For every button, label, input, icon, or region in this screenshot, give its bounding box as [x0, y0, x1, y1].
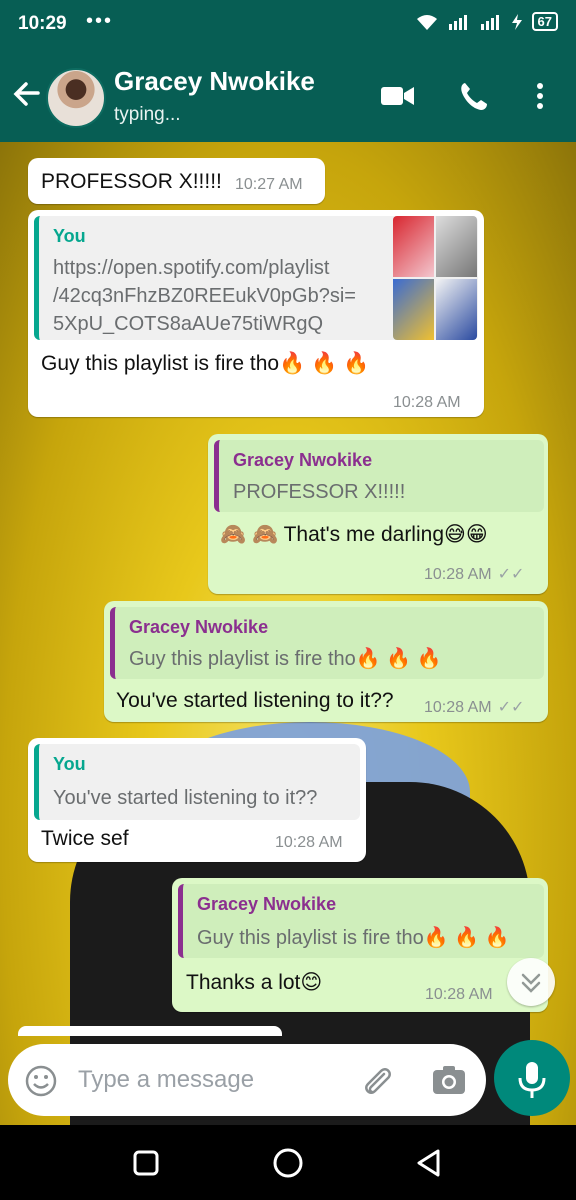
more-options-icon[interactable]: [522, 80, 558, 112]
message-time: 10:28 AM ✓✓: [424, 697, 524, 717]
message-text: Twice sef: [41, 827, 129, 850]
message-bubble[interactable]: Gracey Nwokike Guy this playlist is fire…: [104, 601, 548, 722]
message-time: 10:28 AM: [275, 834, 343, 851]
next-message-peek: [18, 1026, 282, 1036]
double-chevron-down-icon: [521, 973, 541, 993]
message-bubble[interactable]: You You've started listening to it?? Twi…: [28, 738, 366, 862]
message-bubble[interactable]: PROFESSOR X!!!!! 10:27 AM: [28, 158, 325, 204]
contact-status: typing...: [114, 104, 181, 125]
quote-text: You've started listening to it??: [53, 787, 318, 809]
quote-author: You: [53, 754, 86, 774]
cover-art: [436, 216, 477, 277]
contact-name[interactable]: Gracey Nwokike: [114, 66, 315, 97]
home-circle-icon[interactable]: [272, 1147, 304, 1179]
message-bubble[interactable]: Gracey Nwokike PROFESSOR X!!!!! 🙈 🙈 That…: [208, 434, 548, 594]
quote-author: You: [53, 226, 86, 246]
quote-text: https://open.spotify.com/playlist /42cq3…: [53, 254, 356, 338]
attach-paperclip-icon[interactable]: [358, 1062, 396, 1100]
voice-call-icon[interactable]: [456, 80, 492, 112]
quote-author: Gracey Nwokike: [129, 617, 269, 637]
battery-level: 67: [531, 12, 558, 31]
quote-text: Guy this playlist is fire tho🔥 🔥 🔥: [197, 927, 510, 949]
message-text: PROFESSOR X!!!!!: [41, 170, 222, 193]
time-text: 10:28 AM: [424, 699, 492, 716]
system-navigation-bar: [0, 1125, 576, 1200]
signal-icon: [448, 14, 467, 30]
quote-author: Gracey Nwokike: [197, 894, 337, 914]
status-bar: 10:29 ••• 67: [0, 0, 576, 50]
message-time: 10:28 AM: [425, 986, 493, 1003]
back-arrow-icon[interactable]: [10, 78, 42, 110]
cover-art: [436, 279, 477, 340]
charging-icon: [511, 13, 522, 30]
message-time: 10:28 AM ✓✓: [424, 564, 524, 584]
quote-line: /42cq3nFhzBZ0REEukV0pGb?si=: [53, 285, 356, 307]
quote-line: 5XpU_COTS8aAUe75tiWRgQ: [53, 313, 324, 335]
camera-icon[interactable]: [430, 1062, 468, 1100]
quoted-message[interactable]: Gracey Nwokike PROFESSOR X!!!!!: [214, 440, 544, 512]
voice-message-button[interactable]: [494, 1040, 570, 1116]
back-triangle-icon[interactable]: [414, 1147, 444, 1179]
system-icons: 67: [416, 12, 558, 31]
quote-author: Gracey Nwokike: [233, 450, 373, 470]
status-time: 10:29: [18, 13, 67, 34]
notification-dots: •••: [86, 10, 114, 32]
message-composer[interactable]: Type a message: [8, 1044, 486, 1116]
time-text: 10:28 AM: [424, 566, 492, 583]
quote-line: https://open.spotify.com/playlist: [53, 257, 330, 279]
quoted-message[interactable]: Gracey Nwokike Guy this playlist is fire…: [178, 884, 544, 958]
wifi-icon: [416, 14, 437, 30]
contact-avatar[interactable]: [46, 68, 106, 128]
message-time: 10:27 AM: [235, 176, 303, 193]
chat-background[interactable]: PROFESSOR X!!!!! 10:27 AM You https://op…: [0, 142, 576, 1125]
signal-icon-2: [480, 14, 499, 30]
message-bubble[interactable]: Gracey Nwokike Guy this playlist is fire…: [172, 878, 548, 1012]
emoji-icon[interactable]: [24, 1064, 58, 1098]
quoted-message[interactable]: Gracey Nwokike Guy this playlist is fire…: [110, 607, 544, 679]
scroll-to-bottom-button[interactable]: [507, 958, 555, 1006]
microphone-icon: [518, 1062, 546, 1098]
message-text: You've started listening to it??: [116, 689, 394, 712]
quoted-message[interactable]: You https://open.spotify.com/playlist /4…: [34, 216, 478, 340]
chat-header: Gracey Nwokike typing...: [0, 50, 576, 142]
message-text: Thanks a lot😊: [186, 971, 323, 994]
playlist-thumbnail[interactable]: [393, 216, 477, 340]
message-text: Guy this playlist is fire tho🔥 🔥 🔥: [41, 352, 370, 375]
cover-art: [393, 216, 434, 277]
read-ticks-icon: ✓✓: [497, 566, 525, 583]
quoted-message[interactable]: You You've started listening to it??: [34, 744, 360, 820]
read-ticks-icon: ✓✓: [497, 699, 525, 716]
cover-art: [393, 279, 434, 340]
recents-square-icon[interactable]: [132, 1149, 160, 1177]
quote-text: PROFESSOR X!!!!!: [233, 481, 406, 503]
message-text: 🙈 🙈 That's me darling😅😁: [220, 523, 488, 546]
quote-text: Guy this playlist is fire tho🔥 🔥 🔥: [129, 648, 442, 670]
message-bubble[interactable]: You https://open.spotify.com/playlist /4…: [28, 210, 484, 417]
message-input[interactable]: Type a message: [78, 1066, 254, 1094]
video-call-icon[interactable]: [380, 80, 416, 112]
message-time: 10:28 AM: [393, 394, 461, 411]
